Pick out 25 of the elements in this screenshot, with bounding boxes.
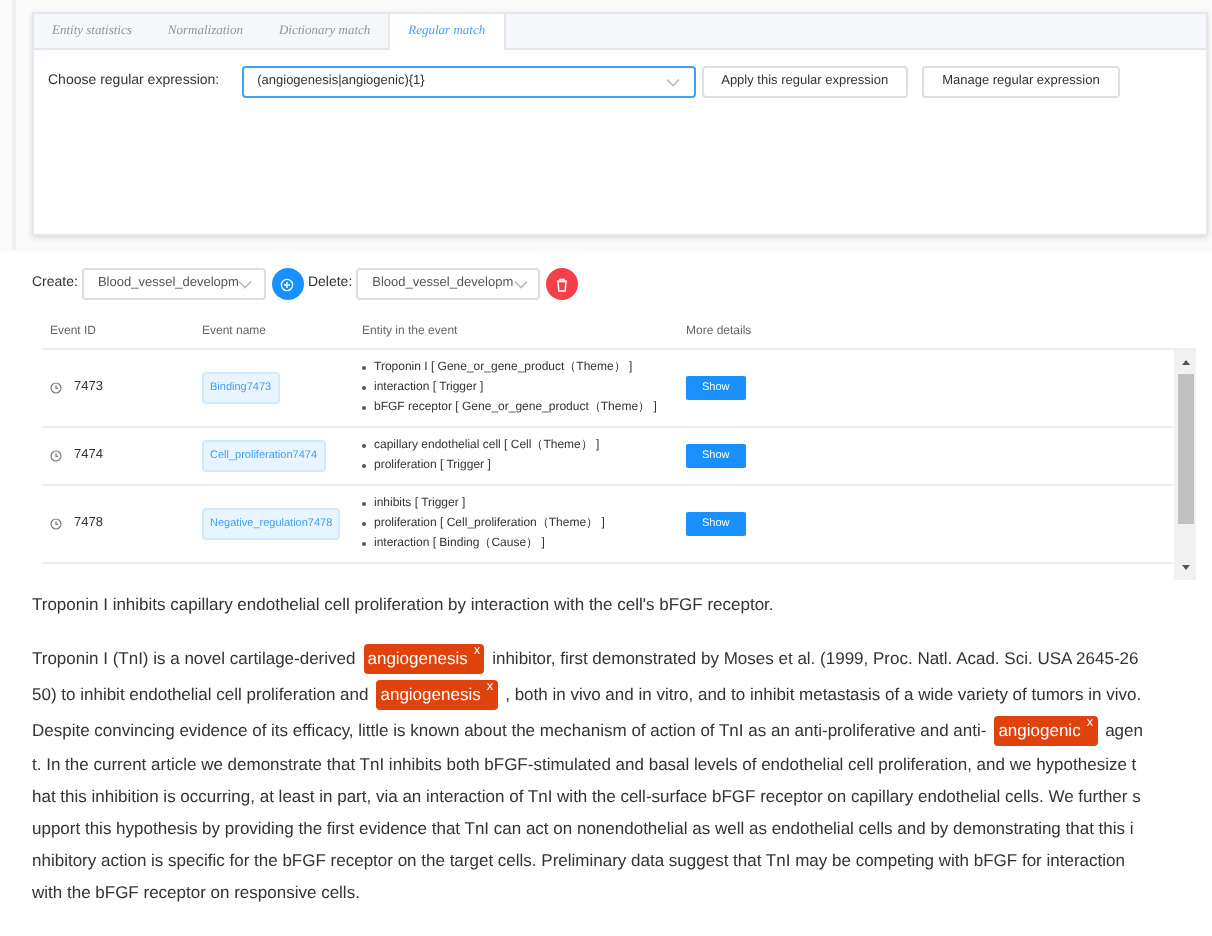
add-icon (280, 277, 295, 291)
abstract-text: hat this inhibition is occurring, at least in part, via an interaction of TnI with the cell-surface bFGF receptor on capillary endothelial cells. We further s (32, 784, 1141, 811)
chevron-down-icon (665, 77, 680, 87)
scrollbar[interactable] (1174, 350, 1196, 580)
trash-icon (556, 277, 569, 291)
clock-icon (50, 382, 62, 394)
chevron-down-icon (238, 279, 253, 289)
abstract-text: inhibitor, first demonstrated by Moses et al. (1999, Proc. Natl. Acad. Sci. USA 2645-26 (492, 646, 1139, 673)
add-button[interactable] (271, 268, 304, 300)
delete-button[interactable] (546, 268, 579, 300)
abstract-text: t. In the current article we demonstrate that TnI inhibits both bFGF-stimulated and basal levels of endothelial cell proliferation, and we hypothesize t (32, 752, 1137, 779)
abstract-text: 50) to inhibit endothelial cell proliferation and (32, 682, 369, 709)
abstract-text: upport this hypothesis by providing the first evidence that TnI can act on nonendothelial as well as endothelial cells and by demonstrating that this i (32, 816, 1134, 843)
abstract-text: nhibitory action is specific for the bFGF receptor on the target cells. Preliminary data suggest that TnI may be competing with bFGF for interaction (32, 848, 1125, 875)
article-title: Troponin I inhibits capillary endothelial cell proliferation by interaction with the cell's bFGF receptor. (32, 592, 776, 618)
scroll-down-icon (1179, 562, 1191, 574)
chevron-down-icon (513, 279, 528, 289)
abstract-text: , both in vivo and in vitro, and to inhibit metastasis of a wide variety of tumors in vivo. (505, 682, 1142, 709)
abstract-text: Troponin I (TnI) is a novel cartilage-derived (32, 646, 356, 673)
abstract-text: with the bFGF receptor on responsive cells. (32, 880, 360, 907)
abstract-text: agen (1105, 718, 1143, 745)
clock-icon (50, 518, 62, 530)
scroll-up-icon (1179, 356, 1191, 368)
abstract-text: Despite convincing evidence of its efficacy, little is known about the mechanism of action of TnI as an anti-proliferative and anti- (32, 718, 987, 745)
clock-icon (50, 450, 62, 462)
